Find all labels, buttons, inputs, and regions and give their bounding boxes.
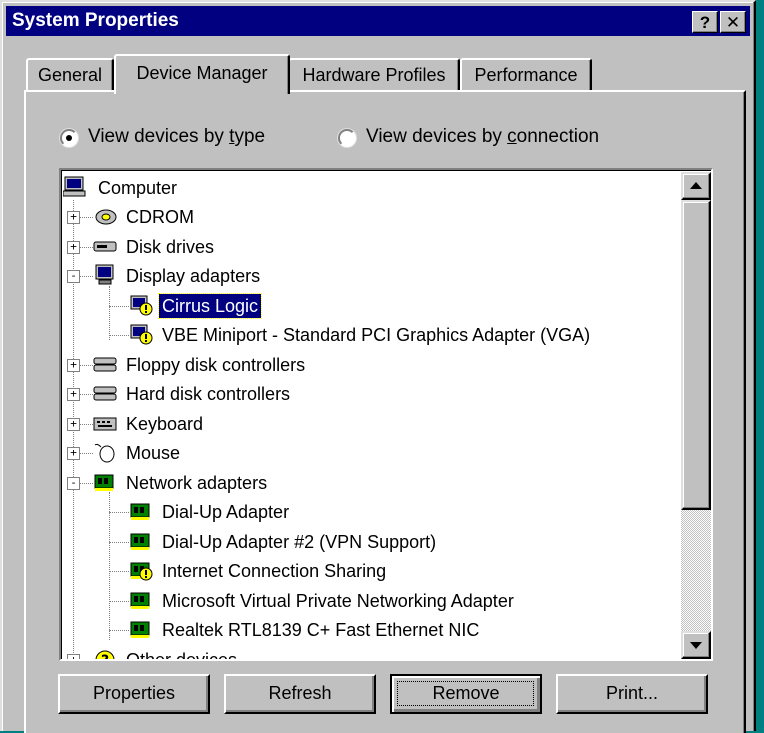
refresh-label: Refresh [268, 683, 332, 703]
tree-item[interactable]: +? Other devices [63, 646, 673, 662]
remove-label: Remove [432, 683, 500, 703]
properties-button[interactable]: Properties [58, 674, 210, 714]
tree-item[interactable]: VBE Miniport - Standard PCI Graphics Ada… [63, 321, 673, 349]
tab-hardware-profiles[interactable]: Hardware Profiles [288, 58, 460, 92]
title-bar[interactable]: System Properties ? ✕ [6, 6, 750, 36]
tree-item[interactable]: Dial-Up Adapter [63, 498, 673, 526]
tree-item[interactable]: Dial-Up Adapter #2 (VPN Support) [63, 528, 673, 556]
collapse-icon[interactable]: - [67, 270, 80, 283]
remove-button[interactable]: Remove [390, 674, 542, 714]
network-card-warning-icon [130, 562, 153, 581]
radio-view-by-type[interactable]: View devices by type [60, 126, 300, 150]
radio-button[interactable] [338, 129, 356, 147]
tree-label: Internet Connection Sharing [162, 561, 387, 581]
tree-label: CDROM [126, 207, 194, 227]
svg-text:?: ? [101, 653, 109, 662]
help-button[interactable]: ? [692, 11, 718, 33]
properties-label: Properties [92, 683, 176, 703]
arrow-down-icon [690, 642, 702, 649]
tree-label: Floppy disk controllers [126, 354, 306, 375]
system-properties-window: System Properties ? ✕ General Device Man… [0, 0, 756, 733]
expand-icon[interactable]: + [67, 240, 80, 254]
tree-item[interactable]: Microsoft Virtual Private Networking Ada… [63, 587, 673, 615]
window-title: System Properties [12, 10, 179, 31]
radio-label-by-type: View devices by type [88, 126, 266, 147]
tree-label: Hard disk controllers [126, 384, 291, 404]
expand-icon[interactable]: + [67, 211, 80, 224]
refresh-button[interactable]: Refresh [224, 674, 376, 714]
expand-icon[interactable]: + [67, 417, 80, 431]
scroll-up-button[interactable] [681, 172, 711, 200]
vertical-scrollbar[interactable] [681, 172, 711, 659]
tree-item[interactable]: - Display adapters [63, 262, 673, 290]
display-adapter-warning-icon [130, 324, 153, 345]
tree-item[interactable]: + Keyboard [63, 410, 673, 438]
tree-label: VBE Miniport - Standard PCI Graphics Ada… [162, 325, 591, 345]
tab-device-manager[interactable]: Device Manager [114, 54, 290, 94]
device-tree[interactable]: Computer + CDROM + Disk drives - Display adap… [59, 168, 713, 661]
tree-item[interactable]: Cirrus Logic [63, 292, 673, 320]
tree-item[interactable]: Internet Connection Sharing [63, 557, 673, 585]
tab-general[interactable]: General [26, 58, 114, 92]
tree-label: Computer [98, 178, 178, 198]
question-icon: ? [95, 650, 115, 662]
tree-label: Mouse [126, 443, 181, 463]
tree-label: Dial-Up Adapter #2 (VPN Support) [162, 531, 437, 552]
radio-label-by-connection: View devices by connection [366, 126, 600, 147]
tree-label: Microsoft Virtual Private Networking Ada… [162, 590, 514, 611]
tree-label: Network adapters [126, 472, 268, 493]
monitor-icon [95, 264, 114, 285]
network-card-icon [130, 503, 150, 520]
expand-icon[interactable]: + [67, 447, 80, 460]
tree-item[interactable]: - Network adapters [63, 469, 673, 497]
scroll-thumb[interactable] [681, 200, 711, 510]
tree-label: Realtek RTL8139 C+ Fast Ethernet NIC [162, 620, 480, 640]
tree-item[interactable]: + Floppy disk controllers [63, 351, 673, 379]
network-card-icon [94, 474, 114, 491]
scroll-down-button[interactable] [681, 631, 711, 659]
radio-button[interactable] [60, 129, 78, 147]
tree-item-computer[interactable]: Computer [63, 174, 663, 202]
print-button[interactable]: Print... [556, 674, 708, 714]
tab-performance[interactable]: Performance [460, 58, 592, 92]
tree-label: Disk drives [126, 236, 215, 257]
network-card-icon [130, 592, 150, 609]
arrow-up-icon [690, 182, 702, 189]
cdrom-icon [95, 209, 117, 225]
controller-icon [93, 386, 117, 401]
network-card-icon [130, 533, 150, 550]
disk-drive-icon [93, 241, 117, 251]
collapse-icon[interactable]: - [67, 476, 80, 490]
tree-item[interactable]: + CDROM [63, 203, 673, 231]
close-button[interactable]: ✕ [720, 11, 746, 33]
mouse-icon [94, 443, 115, 463]
tree-item[interactable]: + Hard disk controllers [63, 380, 673, 408]
tree-item[interactable]: Realtek RTL8139 C+ Fast Ethernet NIC [63, 616, 673, 644]
print-label: Print... [605, 683, 658, 703]
tree-item[interactable]: + Disk drives [63, 233, 673, 261]
display-adapter-warning-icon [130, 295, 153, 315]
tree-label: Display adapters [126, 266, 261, 286]
tree-label: Dial-Up Adapter [162, 502, 290, 522]
expand-icon[interactable]: + [67, 653, 80, 659]
tree-label: Keyboard [126, 413, 204, 434]
expand-icon[interactable]: + [67, 388, 80, 401]
keyboard-icon [93, 417, 117, 430]
tree-label: Cirrus Logic [157, 292, 263, 319]
tree-item[interactable]: + Mouse [63, 439, 673, 467]
radio-view-by-connection[interactable]: View devices by connection [338, 126, 638, 150]
network-card-icon [130, 621, 150, 638]
controller-icon [93, 357, 117, 371]
expand-icon[interactable]: + [67, 358, 80, 372]
computer-icon [63, 176, 86, 197]
tree-label: Other devices [126, 649, 238, 661]
